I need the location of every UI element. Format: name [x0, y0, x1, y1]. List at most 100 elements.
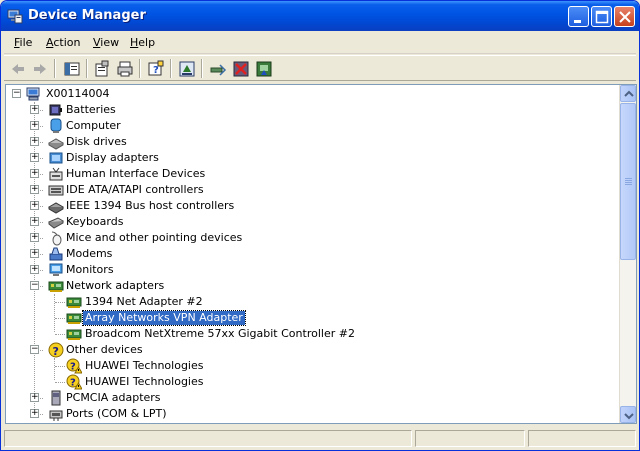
hid-icon	[48, 166, 64, 182]
tree-item-label: Disk drives	[66, 135, 127, 148]
keyboard-icon	[48, 214, 64, 230]
network-adapter-icon	[48, 278, 64, 294]
battery-icon	[48, 102, 64, 118]
tree-item-label: Other devices	[66, 343, 143, 356]
tree-item-label: Mice and other pointing devices	[66, 231, 243, 244]
toolbar-separator	[170, 59, 172, 78]
monitor-icon	[48, 262, 64, 278]
tree-item-label: IDE ATA/ATAPI controllers	[66, 183, 204, 196]
tree-connector	[55, 318, 65, 319]
selected-tree-item-label: Array Networks VPN Adapter	[82, 310, 246, 326]
tree-connector	[55, 366, 65, 367]
toolbar-separator	[201, 59, 203, 78]
menu-action[interactable]: Action	[46, 36, 80, 49]
status-panel-tertiary	[528, 430, 636, 447]
close-button[interactable]	[614, 6, 635, 27]
device-manager-icon	[7, 8, 23, 24]
tree-connector	[55, 334, 65, 335]
tree-child-label: HUAWEI Technologies	[85, 359, 204, 372]
device-manager-window: Device Manager File Action View Help ? −…	[0, 0, 640, 451]
menu-bar: File Action View Help	[4, 32, 636, 54]
tree-child-label: HUAWEI Technologies	[85, 375, 204, 388]
properties-icon[interactable]	[92, 59, 112, 79]
toolbar-separator	[54, 59, 56, 78]
expand-toggle[interactable]: +	[30, 184, 39, 194]
show-hide-tree-icon[interactable]	[62, 59, 82, 79]
modem-icon	[48, 246, 64, 262]
scan-hardware-icon[interactable]	[208, 59, 228, 79]
collapse-toggle[interactable]: −	[30, 344, 39, 354]
toolbar-separator	[86, 59, 88, 78]
computer-icon	[48, 118, 64, 134]
collapse-toggle[interactable]: −	[12, 88, 21, 98]
expand-toggle[interactable]: +	[30, 168, 39, 178]
maximize-button[interactable]	[591, 6, 612, 27]
minimize-button[interactable]	[568, 6, 589, 27]
tree-item-label: PCMCIA adapters	[66, 391, 161, 404]
tree-item-label: Network adapters	[66, 279, 165, 292]
disk-drive-icon	[47, 134, 65, 150]
collapse-toggle[interactable]: −	[30, 280, 39, 290]
tree-item-label: IEEE 1394 Bus host controllers	[66, 199, 235, 212]
scroll-down-button[interactable]	[620, 406, 636, 423]
expand-toggle[interactable]: +	[30, 392, 39, 402]
network-card-icon	[66, 294, 82, 310]
unknown-device-icon: ?	[48, 342, 64, 358]
expand-toggle[interactable]: +	[30, 136, 39, 146]
menu-file[interactable]: File	[14, 36, 32, 49]
status-panel-secondary	[415, 430, 525, 447]
expand-toggle[interactable]: +	[30, 200, 39, 210]
expand-toggle[interactable]: +	[30, 216, 39, 226]
tree-item-label: Display adapters	[66, 151, 159, 164]
tree-item-label: Keyboards	[66, 215, 124, 228]
disable-device-icon[interactable]	[231, 59, 251, 79]
tree-root-label: X00114004	[46, 87, 110, 100]
tree-connector	[54, 294, 55, 332]
svg-text:?: ?	[153, 65, 159, 76]
uninstall-device-icon[interactable]	[254, 59, 274, 79]
svg-text:?: ?	[70, 362, 76, 373]
pcmcia-icon	[48, 390, 64, 406]
tree-child-label: 1394 Net Adapter #2	[85, 295, 203, 308]
print-icon[interactable]	[115, 59, 135, 79]
tree-child-label: Broadcom NetXtreme 57xx Gigabit Controll…	[85, 327, 355, 340]
display-adapter-icon	[48, 150, 64, 166]
warning-device-icon: ?	[66, 374, 83, 390]
window-title: Device Manager	[28, 8, 146, 23]
menu-view[interactable]: View	[93, 36, 119, 49]
tree-item-label: Batteries	[66, 103, 116, 116]
ide-controller-icon	[48, 182, 64, 198]
status-panel-main	[4, 430, 412, 447]
expand-toggle[interactable]: +	[30, 248, 39, 258]
vertical-scrollbar[interactable]	[619, 85, 636, 423]
expand-toggle[interactable]: +	[30, 264, 39, 274]
tree-item-label: Monitors	[66, 263, 114, 276]
scroll-up-button[interactable]	[620, 85, 636, 102]
menu-help[interactable]: Help	[130, 36, 155, 49]
status-bar	[4, 428, 636, 448]
update-driver-icon[interactable]	[177, 59, 197, 79]
help-icon[interactable]: ?	[146, 59, 166, 79]
title-bar[interactable]: Device Manager	[1, 1, 639, 31]
expand-toggle[interactable]: +	[30, 232, 39, 242]
mouse-icon	[48, 230, 64, 246]
warning-device-icon: ?	[66, 358, 83, 374]
network-card-icon	[66, 326, 82, 342]
expand-toggle[interactable]: +	[30, 104, 39, 114]
scroll-thumb[interactable]	[620, 103, 636, 260]
back-icon[interactable]	[8, 59, 28, 79]
port-icon	[48, 406, 64, 422]
device-tree[interactable]: − X00114004 + Batteries + Computer + Disk dri…	[5, 84, 637, 424]
svg-text:?: ?	[70, 378, 76, 389]
forward-icon[interactable]	[30, 59, 50, 79]
expand-toggle[interactable]: +	[30, 120, 39, 130]
network-card-icon	[66, 310, 82, 326]
tree-connector	[54, 358, 55, 380]
expand-toggle[interactable]: +	[30, 152, 39, 162]
tree-item-label: Human Interface Devices	[66, 167, 206, 180]
ieee1394-icon	[47, 198, 65, 214]
tree-item-label: Computer	[66, 119, 121, 132]
toolbar: ?	[4, 55, 636, 81]
tree-connector	[55, 302, 65, 303]
expand-toggle[interactable]: +	[30, 408, 39, 418]
